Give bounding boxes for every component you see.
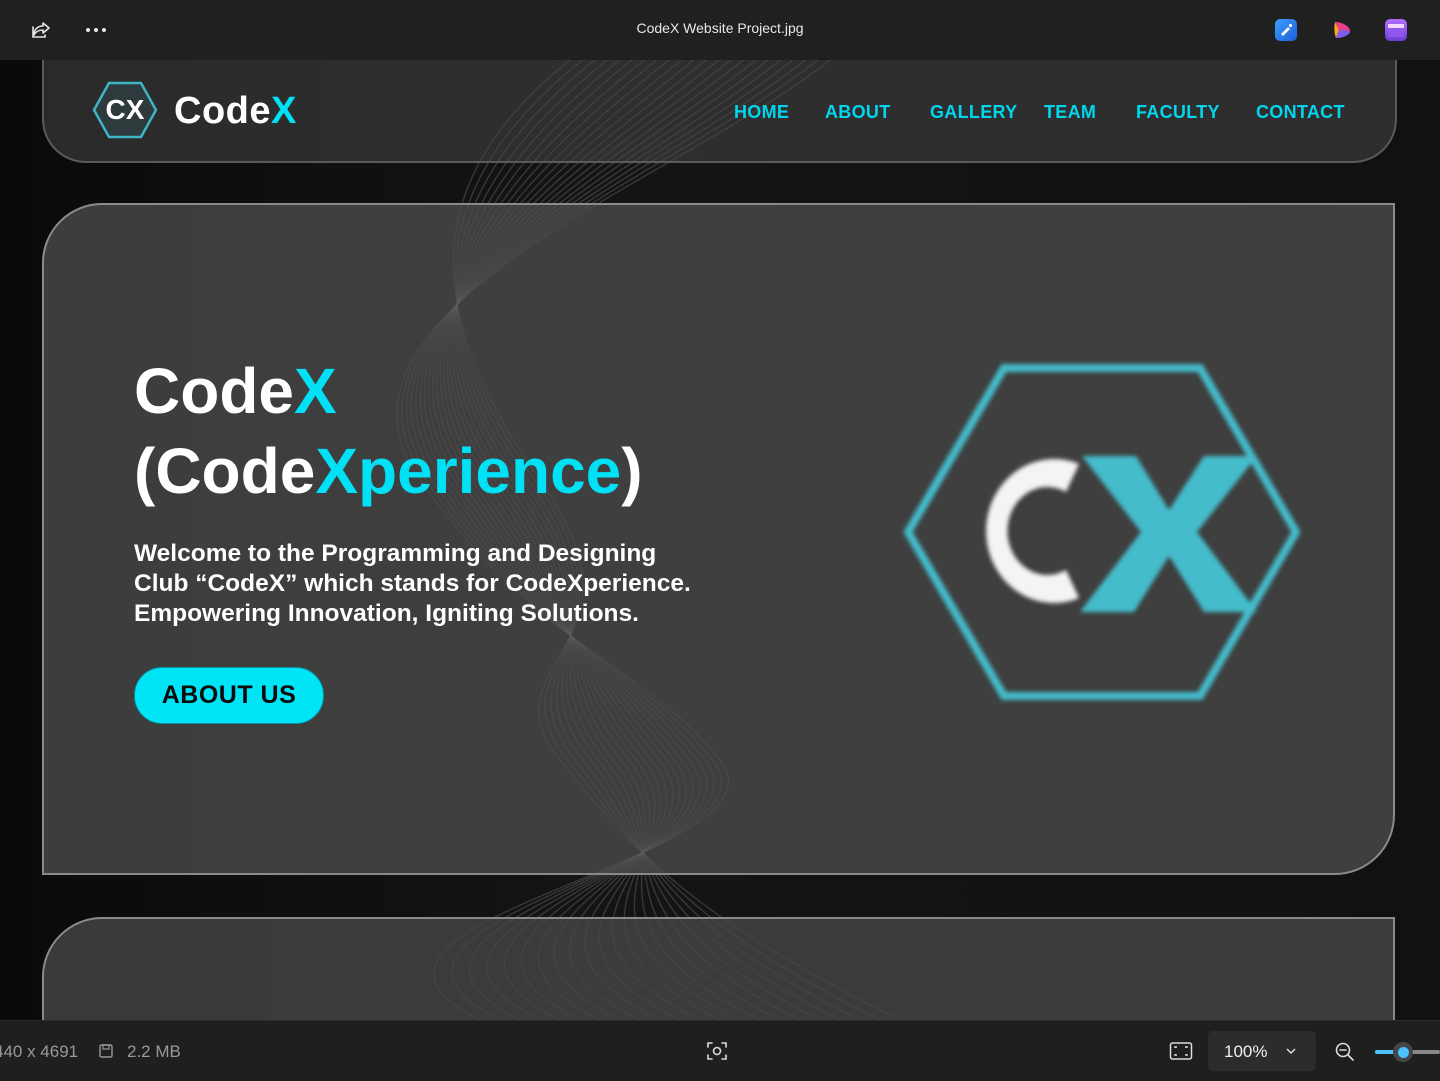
disk-icon	[99, 1044, 113, 1058]
hero-section: CodeX (CodeXperience) Welcome to the Pro…	[42, 203, 1395, 875]
photos-app-icon[interactable]	[1275, 19, 1297, 41]
nav-faculty[interactable]: FACULTY	[1136, 102, 1220, 123]
image-dimensions: 440 x 4691	[0, 1042, 79, 1061]
nav-contact[interactable]: CONTACT	[1256, 102, 1345, 123]
viewer-title-bar: CodeX Website Project.jpg	[0, 0, 1440, 61]
file-size: 2.2 MB	[127, 1042, 181, 1061]
next-section	[42, 917, 1395, 1020]
window-title: CodeX Website Project.jpg	[636, 20, 804, 36]
zoom-out-icon[interactable]	[1334, 1041, 1356, 1063]
zoom-slider-thumb[interactable]	[1393, 1042, 1413, 1062]
nav-about[interactable]: ABOUT	[825, 102, 891, 123]
copilot-icon[interactable]	[1331, 19, 1353, 41]
hero-title: CodeX (CodeXperience)	[134, 355, 643, 507]
codex-logo-icon[interactable]: CX	[92, 80, 158, 140]
logo-letters: CX	[106, 94, 145, 125]
nav-team[interactable]: TEAM	[1044, 102, 1096, 123]
visual-search-icon[interactable]	[706, 1040, 728, 1062]
clipchamp-icon[interactable]	[1385, 19, 1407, 41]
chevron-down-icon	[1286, 1048, 1296, 1055]
fit-screen-icon[interactable]	[1169, 1041, 1193, 1061]
about-us-button[interactable]: ABOUT US	[134, 667, 324, 724]
nav-home[interactable]: HOME	[734, 102, 789, 123]
viewer-status-bar: 440 x 4691 2.2 MB 100%	[0, 1020, 1440, 1081]
nav-gallery[interactable]: GALLERY	[930, 102, 1017, 123]
zoom-dropdown[interactable]: 100%	[1208, 1031, 1316, 1071]
site-navbar: CX CodeX HOME ABOUT GALLERY TEAM FACULTY…	[42, 60, 1397, 163]
brand-name[interactable]: CodeX	[174, 90, 297, 133]
hero-description: Welcome to the Programming and Designing…	[134, 540, 691, 627]
image-canvas: CX CodeX HOME ABOUT GALLERY TEAM FACULTY…	[0, 60, 1440, 1020]
hero-logo-icon	[904, 364, 1301, 700]
